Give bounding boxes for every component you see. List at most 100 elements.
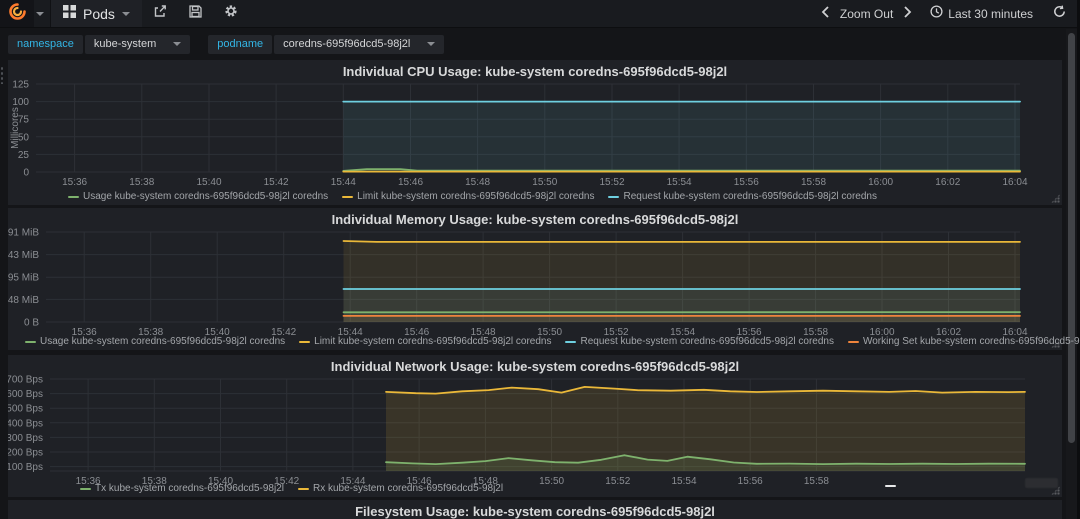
svg-text:48 MiB: 48 MiB [8, 295, 39, 306]
svg-text:15:58: 15:58 [804, 476, 829, 487]
variable-namespace-label: namespace [8, 34, 83, 54]
legend-series-dash-icon [297, 487, 309, 490]
legend-item[interactable]: Usage kube-system coredns-695f96dcd5-98j… [25, 336, 285, 347]
legend-series-dash-icon [68, 195, 79, 198]
svg-text:15:54: 15:54 [667, 177, 692, 188]
chevron-right-icon[interactable] [903, 5, 912, 23]
legend-series-dash-icon [608, 195, 620, 198]
legend-item[interactable]: Limit kube-system coredns-695f96dcd5-98j… [342, 191, 594, 202]
svg-text:0: 0 [23, 168, 29, 179]
legend-series-dash-icon [80, 487, 91, 490]
svg-text:400 Bps: 400 Bps [8, 418, 43, 429]
legend-series-dash-icon [25, 340, 36, 343]
svg-text:15:54: 15:54 [671, 476, 696, 487]
dashboard-title: Pods [83, 5, 115, 22]
memory-usage-chart[interactable]: 191 MiB143 MiB95 MiB48 MiB0 B15:3615:381… [8, 208, 1062, 350]
svg-text:300 Bps: 300 Bps [8, 433, 43, 444]
legend-item[interactable]: Rx kube-system coredns-695f96dcd5-98j2l [297, 483, 503, 494]
svg-text:15:48: 15:48 [465, 177, 490, 188]
svg-text:15:58: 15:58 [801, 177, 826, 188]
legend-series-dash-icon [342, 195, 354, 198]
time-range-label: Last 30 minutes [948, 6, 1033, 21]
caret-down-icon [173, 42, 182, 46]
share-icon [153, 4, 167, 23]
legend-item[interactable]: Limit kube-system coredns-695f96dcd5-98j… [299, 336, 551, 347]
row-collapse-handle[interactable] [0, 66, 4, 84]
svg-text:95 MiB: 95 MiB [8, 273, 39, 284]
navbar-right: Zoom Out Last 30 minutes [821, 0, 1080, 27]
cpu-chart-legend: Usage kube-system coredns-695f96dcd5-98j… [68, 191, 877, 202]
svg-text:191 MiB: 191 MiB [8, 228, 39, 239]
refresh-button[interactable] [1053, 5, 1066, 23]
panel-filesystem-usage: Filesystem Usage: kube-system coredns-69… [8, 500, 1062, 519]
save-button[interactable] [178, 0, 213, 27]
legend-series-dash-icon [847, 340, 859, 343]
dashboard-picker[interactable]: Pods [51, 0, 142, 27]
top-navbar: Pods Zoom Out Last 30 minutes [0, 0, 1080, 28]
svg-text:16:04: 16:04 [1002, 177, 1027, 188]
grafana-logo-icon [8, 2, 26, 25]
legend-series-dash-icon [299, 340, 311, 343]
svg-text:15:46: 15:46 [398, 177, 423, 188]
svg-text:15:56: 15:56 [738, 476, 763, 487]
variable-namespace: namespace kube-system [8, 34, 191, 54]
svg-text:15:50: 15:50 [532, 177, 557, 188]
settings-gear-icon [224, 4, 238, 23]
share-button[interactable] [142, 0, 178, 27]
svg-text:25: 25 [18, 150, 30, 161]
legend-item[interactable]: Request kube-system coredns-695f96dcd5-9… [608, 191, 877, 202]
svg-text:Millicores: Millicores [10, 107, 21, 149]
panel-title-network[interactable]: Individual Network Usage: kube-system co… [8, 359, 1062, 374]
cpu-usage-chart[interactable]: 125100755025015:36 15:38 15:40 15:42 15:44 15… [8, 60, 1062, 205]
legend-series-dash-icon [565, 340, 577, 343]
panel-network-usage: Individual Network Usage: kube-system co… [8, 355, 1062, 497]
clock-icon [930, 4, 943, 23]
grafana-logo-button[interactable] [0, 0, 34, 27]
svg-text:15:56: 15:56 [734, 177, 759, 188]
svg-text:600 Bps: 600 Bps [8, 389, 43, 400]
zoom-out-button[interactable]: Zoom Out [840, 7, 893, 21]
svg-text:100: 100 [12, 97, 29, 108]
dashboard-grid-icon [63, 4, 76, 23]
panel-title-filesystem[interactable]: Filesystem Usage: kube-system coredns-69… [8, 504, 1062, 519]
template-variables-row: namespace kube-system podname coredns-69… [0, 29, 1080, 59]
svg-text:15:36: 15:36 [62, 177, 87, 188]
svg-text:16:02: 16:02 [935, 177, 960, 188]
variable-podname: podname coredns-695f96dcd5-98j2l [208, 34, 445, 54]
legend-item[interactable]: Request kube-system coredns-695f96dcd5-9… [565, 336, 834, 347]
caret-down-icon [427, 42, 436, 46]
legend-item[interactable]: Usage kube-system coredns-695f96dcd5-98j… [68, 191, 328, 202]
settings-button[interactable] [213, 0, 249, 27]
navbar-left: Pods [0, 0, 249, 27]
svg-text:15:40: 15:40 [196, 177, 221, 188]
svg-text:16:00: 16:00 [868, 177, 893, 188]
logo-caret-down-icon[interactable] [36, 11, 44, 16]
panel-title-memory[interactable]: Individual Memory Usage: kube-system cor… [8, 212, 1062, 227]
svg-text:100 Bps: 100 Bps [8, 462, 43, 473]
network-usage-chart[interactable]: 700 Bps 600 Bps 500 Bps 400 Bps 300 Bps 200 B… [8, 355, 1062, 497]
chevron-left-icon[interactable] [821, 5, 830, 23]
svg-text:143 MiB: 143 MiB [8, 250, 39, 261]
variable-namespace-dropdown[interactable]: kube-system [84, 34, 191, 54]
network-chart-legend: Tx kube-system coredns-695f96dcd5-98j2l R… [80, 483, 503, 494]
svg-text:15:52: 15:52 [605, 476, 630, 487]
save-icon [189, 4, 202, 23]
variable-podname-dropdown[interactable]: coredns-695f96dcd5-98j2l [274, 34, 445, 54]
dashboard-caret-down-icon [121, 11, 130, 16]
svg-text:700 Bps: 700 Bps [8, 375, 43, 386]
svg-text:15:52: 15:52 [599, 177, 624, 188]
variable-podname-label: podname [208, 34, 273, 54]
svg-text:0 B: 0 B [24, 318, 39, 329]
panel-memory-usage: Individual Memory Usage: kube-system cor… [8, 208, 1080, 350]
svg-text:15:42: 15:42 [264, 177, 289, 188]
svg-text:15:38: 15:38 [129, 177, 154, 188]
refresh-icon [1053, 5, 1066, 23]
legend-item[interactable]: Tx kube-system coredns-695f96dcd5-98j2l [80, 483, 284, 494]
svg-text:15:44: 15:44 [331, 177, 356, 188]
scrollbar-thumb[interactable] [1068, 33, 1075, 443]
mouse-cursor-artifact [885, 485, 896, 487]
panel-title-cpu[interactable]: Individual CPU Usage: kube-system coredn… [8, 64, 1062, 79]
legend-item[interactable]: Working Set kube-system coredns-695f96dc… [847, 336, 1080, 347]
svg-text:500 Bps: 500 Bps [8, 404, 43, 415]
time-range-picker[interactable]: Last 30 minutes [930, 4, 1033, 23]
